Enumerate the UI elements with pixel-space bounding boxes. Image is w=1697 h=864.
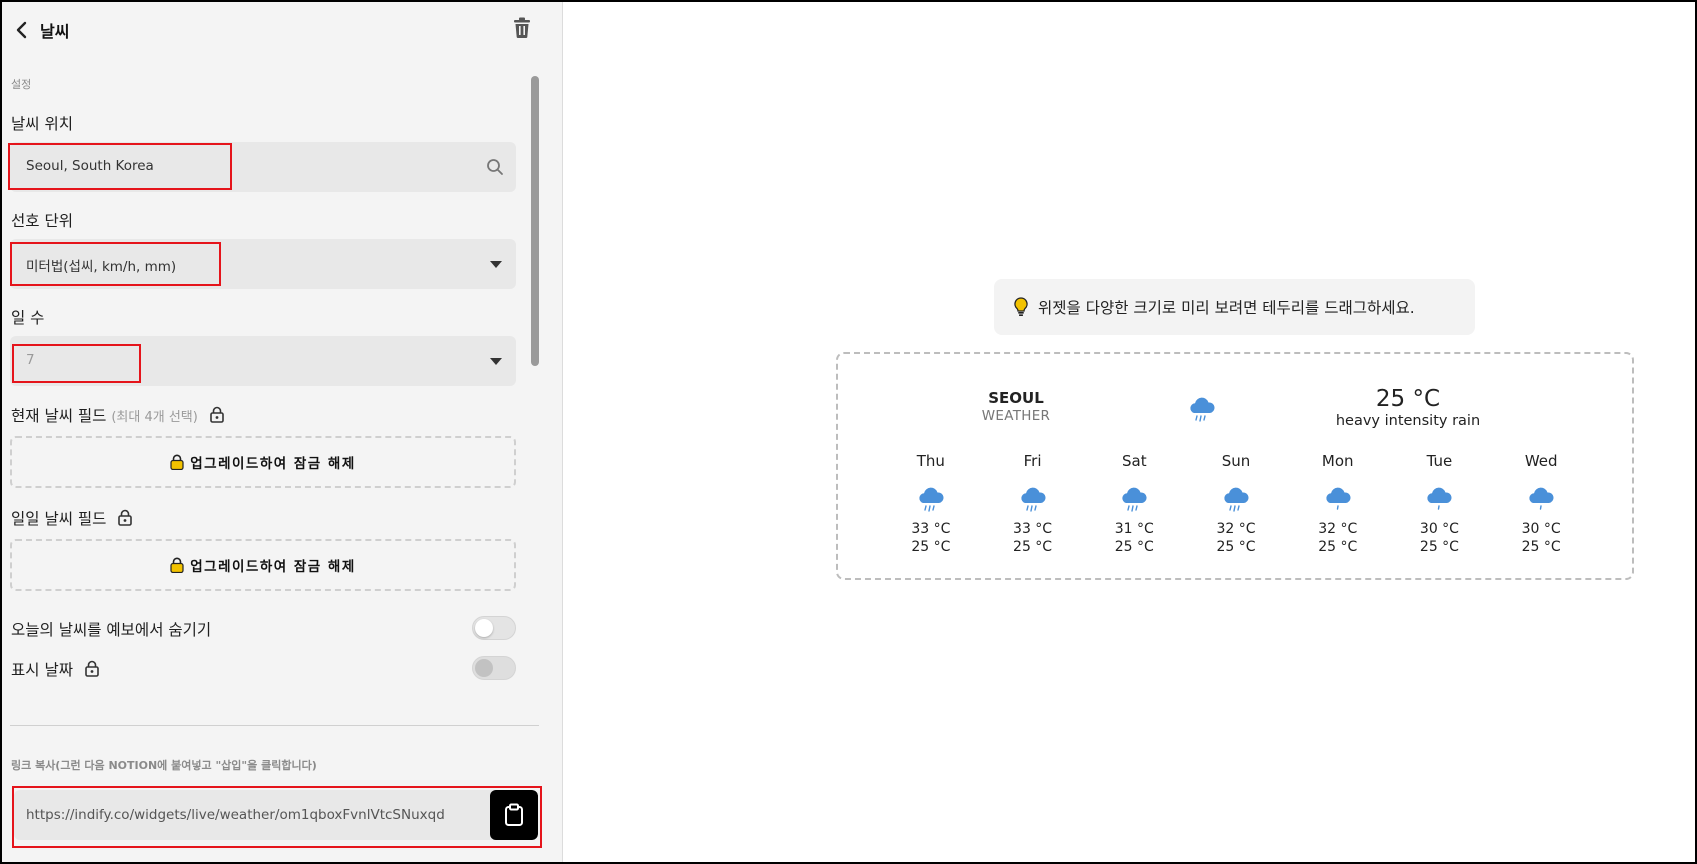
rain-cloud-icon: [1083, 480, 1185, 520]
current-fields-label: 현재 날씨 필드 (최대 4개 선택): [11, 404, 225, 426]
rain-cloud-icon: [982, 480, 1084, 520]
forecast-day-name: Wed: [1524, 452, 1558, 470]
forecast-day-name: Thu: [916, 452, 945, 470]
location-search-input[interactable]: Seoul, South Korea: [10, 142, 516, 192]
forecast-day-name: Mon: [1321, 452, 1354, 470]
daily-fields-title: 일일 날씨 필드: [11, 510, 107, 528]
lock-icon: [170, 557, 184, 573]
forecast-high: 32 °C: [1216, 521, 1256, 537]
delete-button[interactable]: [512, 17, 532, 39]
divider: [10, 725, 539, 726]
city-subtitle: WEATHER: [981, 408, 1051, 424]
search-icon: [487, 159, 503, 175]
caret-down-icon: [490, 358, 502, 365]
sidebar-scrollbar[interactable]: [531, 76, 539, 366]
forecast-day: Sat 31 °C 25 °C: [1083, 452, 1185, 556]
current-weather: 25 °C heavy intensity rain: [1318, 386, 1498, 429]
lock-icon: [118, 509, 133, 526]
days-select[interactable]: 7: [10, 336, 516, 386]
upgrade-label: 업그레이드하여 잠금 해제: [190, 456, 356, 472]
forecast-day: Tue 30 °C 25 °C: [1389, 452, 1491, 556]
current-description: heavy intensity rain: [1335, 413, 1481, 429]
caret-down-icon: [490, 261, 502, 268]
preview-tip: 위젯을 다양한 크기로 미리 보려면 테두리를 드래그하세요.: [994, 279, 1475, 335]
forecast-day: Sun 32 °C 25 °C: [1185, 452, 1287, 556]
daily-fields-label: 일일 날씨 필드: [11, 507, 133, 529]
link-caption: 링크 복사(그런 다음 NOTION에 붙여넣고 "삽입"을 클릭합니다): [11, 759, 317, 772]
upgrade-daily-fields-button[interactable]: 업그레이드하여 잠금 해제: [10, 539, 516, 591]
forecast-high: 30 °C: [1419, 521, 1459, 537]
forecast-day-name: Tue: [1426, 452, 1453, 470]
clipboard-icon: [505, 803, 523, 826]
chevron-left-icon: [16, 21, 27, 39]
city-block: SEOUL WEATHER: [976, 389, 1056, 424]
rain-cloud-icon: [1185, 480, 1287, 520]
forecast-low: 25 °C: [1114, 539, 1154, 555]
widget-link-field[interactable]: https://indify.co/widgets/live/weather/o…: [14, 790, 538, 840]
settings-sidebar: 날씨 설정 날씨 위치 Seoul, South Korea 선호 단위 미터법…: [0, 0, 563, 864]
forecast-high: 32 °C: [1318, 521, 1358, 537]
city-name: SEOUL: [988, 389, 1044, 407]
weather-widget-preview[interactable]: SEOUL WEATHER 25 °C heavy intensity rain…: [836, 352, 1634, 580]
forecast-low: 25 °C: [1013, 539, 1053, 555]
show-date-title: 표시 날짜: [11, 661, 73, 679]
forecast-high: 33 °C: [911, 521, 951, 537]
days-label: 일 수: [11, 309, 45, 327]
units-select[interactable]: 미터법(섭씨, km/h, mm): [10, 239, 516, 289]
trash-icon: [514, 17, 530, 38]
light-rain-cloud-icon: [1490, 480, 1592, 520]
days-value: 7: [26, 352, 35, 368]
forecast-row: Thu 33 °C 25 °C Fri 33 °C 25 °C Sat 31 °…: [880, 452, 1592, 556]
light-rain-cloud-icon: [1389, 480, 1491, 520]
forecast-day: Wed 30 °C 25 °C: [1490, 452, 1592, 556]
units-label: 선호 단위: [11, 212, 73, 230]
forecast-day: Fri 33 °C 25 °C: [982, 452, 1084, 556]
lock-icon: [85, 660, 99, 677]
sidebar-header: 날씨: [0, 0, 562, 58]
forecast-low: 25 °C: [1521, 539, 1561, 555]
toggle-knob: [475, 659, 493, 677]
forecast-day-name: Fri: [1023, 452, 1042, 470]
forecast-high: 33 °C: [1013, 521, 1053, 537]
toggle-knob: [475, 619, 493, 637]
forecast-low: 25 °C: [1318, 539, 1358, 555]
forecast-day-name: Sat: [1121, 452, 1147, 470]
hide-today-label: 오늘의 날씨를 예보에서 숨기기: [11, 621, 212, 639]
show-date-toggle[interactable]: [472, 656, 516, 680]
tip-text: 위젯을 다양한 크기로 미리 보려면 테두리를 드래그하세요.: [1038, 299, 1415, 317]
current-fields-hint: (최대 4개 선택): [111, 410, 198, 425]
lock-icon: [209, 406, 224, 423]
current-fields-title: 현재 날씨 필드: [11, 407, 107, 425]
forecast-low: 25 °C: [1216, 539, 1256, 555]
forecast-high: 31 °C: [1114, 521, 1154, 537]
rain-cloud-icon: [880, 480, 982, 520]
forecast-day: Mon 32 °C 25 °C: [1287, 452, 1389, 556]
widget-link-value: https://indify.co/widgets/live/weather/o…: [26, 807, 445, 823]
lock-icon: [170, 454, 184, 470]
forecast-low: 25 °C: [911, 539, 951, 555]
upgrade-current-fields-button[interactable]: 업그레이드하여 잠금 해제: [10, 436, 516, 488]
forecast-high: 30 °C: [1521, 521, 1561, 537]
rain-cloud-icon: [1187, 396, 1217, 428]
show-date-label: 표시 날짜: [11, 658, 100, 680]
forecast-day-name: Sun: [1221, 452, 1251, 470]
back-button[interactable]: [12, 18, 32, 42]
section-caption: 설정: [11, 78, 32, 91]
current-temperature: 25 °C: [1375, 386, 1441, 412]
page-title: 날씨: [40, 22, 70, 41]
copy-link-button[interactable]: [490, 790, 538, 840]
lightbulb-icon: [1014, 297, 1028, 316]
upgrade-label: 업그레이드하여 잠금 해제: [190, 559, 356, 575]
units-value: 미터법(섭씨, km/h, mm): [26, 259, 177, 275]
location-label: 날씨 위치: [11, 115, 73, 133]
forecast-day: Thu 33 °C 25 °C: [880, 452, 982, 556]
hide-today-toggle[interactable]: [472, 616, 516, 640]
light-rain-cloud-icon: [1287, 480, 1389, 520]
forecast-low: 25 °C: [1419, 539, 1459, 555]
location-value: Seoul, South Korea: [26, 158, 154, 174]
